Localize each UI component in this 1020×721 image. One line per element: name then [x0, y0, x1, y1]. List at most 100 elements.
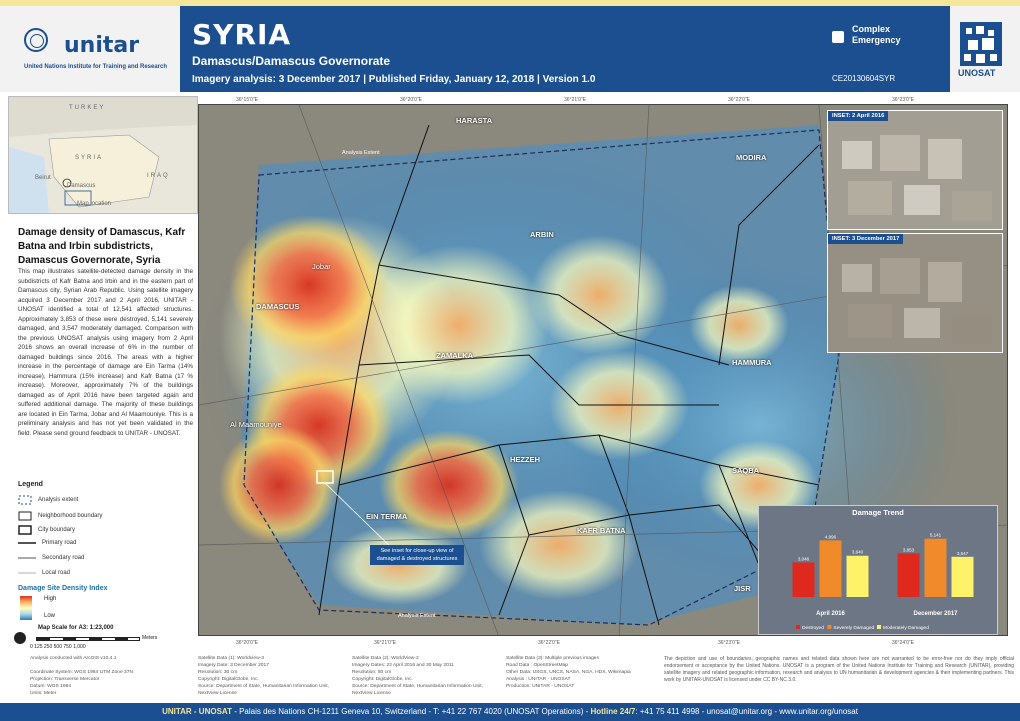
inset-photo-2017-title: INSET: 3 December 2017	[828, 234, 904, 244]
trend-legend-label: Destroyed	[802, 625, 824, 631]
location-inset-svg	[9, 97, 197, 213]
place-hammura: HAMMURA	[732, 358, 772, 367]
trend-legend-swatch	[877, 625, 881, 629]
coord-bottom-3: 36°22'0"E	[538, 640, 560, 646]
coord-top-3: 36°21'0"E	[564, 97, 586, 103]
trend-bar	[951, 556, 974, 597]
neighborhood-boundary-swatch	[18, 511, 32, 521]
legend-primary-road: Primary road	[42, 540, 77, 546]
place-al-maamouniye: Al Maamouniye	[230, 420, 282, 429]
notes-line: Satellite Data (1): Worldview-3	[198, 656, 264, 661]
city-boundary-swatch	[18, 525, 32, 535]
damage-trend-chart: 3,046 4,996 3,640 April 2016 3,853 5,141 3,547…	[792, 533, 974, 631]
density-index-title: Damage Site Density Index	[18, 585, 108, 592]
notes-line: Satellite Data (2): WorldView-2	[352, 656, 419, 661]
scale-bar	[36, 637, 140, 641]
notes-line: Source: Department of State, Humanitaria…	[198, 684, 330, 689]
notes-line	[30, 662, 133, 669]
scale-ticks: 0 125 250 500 750 1,000	[30, 644, 86, 650]
place-hezzeh: HEZZEH	[510, 455, 540, 464]
inset-label-map-location: Map location	[77, 201, 112, 207]
local-road-swatch	[18, 572, 36, 574]
notes-line: Projection: Transverse Mercator	[30, 677, 100, 682]
legend-local-road: Local road	[42, 570, 71, 576]
trend-legend-label: Severely Damaged	[833, 625, 874, 631]
coord-bottom-4: 36°23'0"E	[718, 640, 740, 646]
unitar-subtitle: United Nations Institute for Training an…	[24, 64, 168, 70]
footer-address: - Palais des Nations CH-1211 Geneva 10, …	[231, 707, 591, 716]
notes-line: Production: UNITAR - UNOSAT	[506, 684, 575, 689]
glide-code: CE20130604SYR	[832, 74, 896, 83]
place-damascus: DAMASCUS	[256, 302, 300, 311]
unitar-logo: unitar	[64, 33, 140, 58]
notes-column-1: Analysis conducted with ArcGIS v10.4.1 C…	[30, 655, 133, 697]
coord-top-4: 36°22'0"E	[728, 97, 750, 103]
coord-bottom-5: 36°24'0"E	[892, 640, 914, 646]
notes-line: Copyright: DigitalGlobe, Inc.	[198, 677, 259, 682]
location-inset-map: TURKEY SYRIA IRAQ Beirut Damascus Map lo…	[8, 96, 198, 214]
coord-top-5: 36°23'0"E	[892, 97, 914, 103]
notes-line: Coordinate System: WGS 1984 UTM Zone 37N	[30, 670, 134, 675]
inset-photo-2016: INSET: 2 April 2016	[827, 110, 1003, 230]
trend-legend-swatch	[827, 625, 832, 629]
notes-line: Road Data : OpenStreetMap	[506, 663, 568, 668]
notes-line: NextView License	[198, 691, 237, 696]
footer-org: UNITAR - UNOSAT	[162, 707, 232, 716]
coord-top-1: 36°15'0"E	[236, 97, 258, 103]
notes-column-2: Satellite Data (1): Worldview-3 Imagery D…	[198, 655, 329, 697]
notes-line: Other Data: USGS, UNCS, NASA, NGA, HDX, …	[506, 670, 631, 675]
notes-line: NextView License	[352, 691, 391, 696]
trend-category-label: April 2016	[816, 611, 845, 617]
inset-photo-2017-svg	[828, 234, 1002, 352]
notes-line: Analysis conducted with ArcGIS v10.4.1	[30, 656, 117, 661]
analysis-extent-swatch	[18, 495, 32, 505]
notes-line: Copyright: DigitalGlobe, Inc.	[352, 677, 413, 682]
place-kafr-batna: KAFR BATNA	[577, 526, 626, 535]
inset-label-beirut: Beirut	[35, 175, 51, 181]
trend-bar	[792, 562, 815, 597]
unosat-logo-icon	[960, 22, 1002, 66]
density-high-label: High	[44, 596, 57, 602]
inset-callout: See inset for close-up view of damaged &…	[370, 545, 464, 565]
notes-line: Satellite Data (3): Multiple previous im…	[506, 656, 599, 661]
page-title: SYRIA	[192, 18, 292, 51]
legend-city-boundary: City boundary	[38, 527, 76, 533]
place-zamalka: ZAMALKA	[436, 351, 474, 360]
complex-emergency-label: Complex Emergency	[852, 24, 901, 46]
notes-line: Source: Department of State, Humanitaria…	[352, 684, 484, 689]
north-arrow-icon	[14, 632, 26, 644]
inset-label-syria: SYRIA	[75, 155, 104, 161]
trend-bar	[924, 538, 947, 597]
region-title: Damascus/Damascus Governorate	[192, 54, 391, 68]
complex-emergency-icon	[832, 31, 844, 43]
density-low-label: Low	[44, 613, 56, 619]
density-color-ramp	[20, 596, 32, 620]
map-scale-title: Map Scale for A3: 1:23,000	[38, 625, 114, 631]
place-harasta: HARASTA	[456, 116, 493, 125]
inset-photo-2017: INSET: 3 December 2017	[827, 233, 1003, 353]
trend-bar-value-label: 3,640	[852, 550, 864, 555]
notes-line: Resolution: 50 cm	[352, 670, 392, 675]
inset-photo-2016-title: INSET: 2 April 2016	[828, 111, 889, 121]
footer-contact-bar: UNITAR - UNOSAT - Palais des Nations CH-…	[0, 703, 1020, 721]
complex-label-line1: Complex	[852, 24, 891, 34]
place-ein-terma: EIN TERMA	[366, 512, 408, 521]
inset-label-turkey: TURKEY	[69, 105, 106, 111]
notes-line: Datum: WGS 1984	[30, 684, 72, 689]
trend-category-label: December 2017	[913, 611, 958, 617]
notes-line: Analysis : UNITAR - UNOSAT	[506, 677, 571, 682]
secondary-road-swatch	[18, 557, 36, 559]
un-emblem-icon	[24, 28, 48, 52]
disclaimer: The depiction and use of boundaries, geo…	[664, 656, 1014, 683]
notes-line: Units: Meter	[30, 691, 57, 696]
place-arbin: ARBIN	[530, 230, 554, 239]
trend-bar-value-label: 4,996	[825, 534, 837, 539]
trend-bar	[846, 555, 869, 597]
place-jobar: Jobar	[312, 262, 331, 271]
trend-bar-value-label: 5,141	[930, 533, 942, 538]
place-modira: MODIRA	[736, 153, 767, 162]
place-jisr: JISR	[734, 584, 751, 593]
primary-road-swatch	[18, 542, 36, 544]
footer-hotline-label: Hotline 24/7	[590, 707, 636, 716]
trend-legend-label: Moderately Damaged	[883, 625, 929, 631]
